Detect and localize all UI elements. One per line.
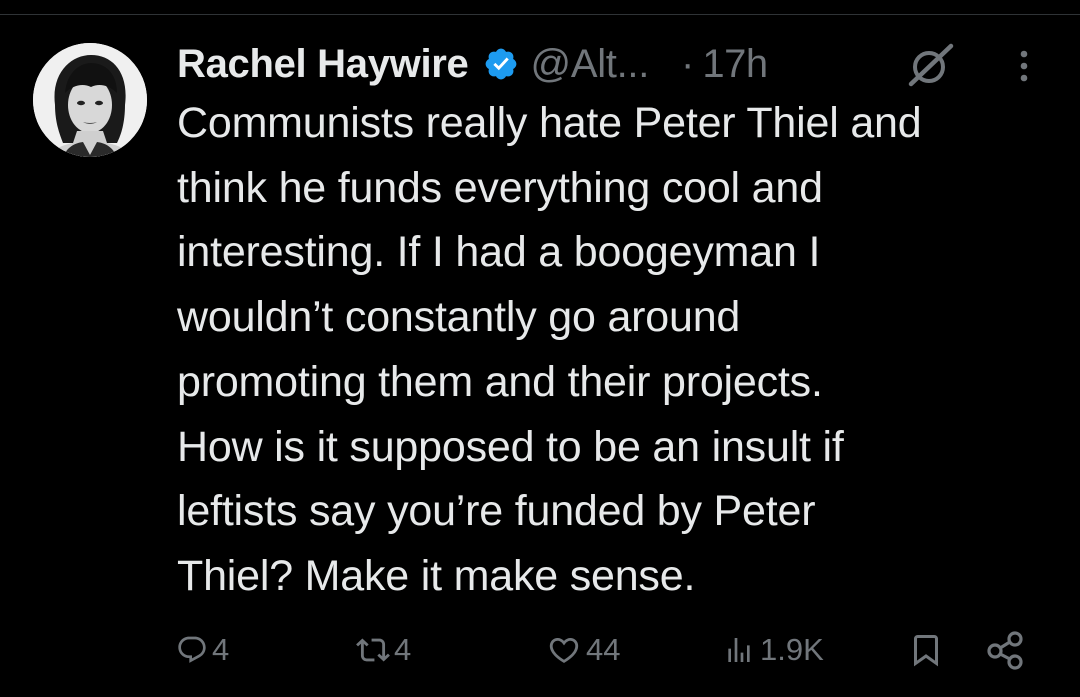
more-vertical-icon[interactable]: [1012, 46, 1036, 86]
avatar-image: [33, 43, 147, 157]
reply-count: 4: [212, 632, 230, 667]
share-icon: [987, 631, 1023, 670]
like-count: 44: [586, 632, 621, 667]
avatar[interactable]: [33, 43, 147, 157]
tweet-text: Communists really hate Peter Thiel and t…: [177, 99, 922, 600]
bookmark-icon: [914, 635, 938, 667]
like-button[interactable]: 44: [546, 620, 620, 680]
tweet-timestamp[interactable]: 17h: [702, 42, 768, 87]
repost-icon: [356, 638, 390, 662]
repost-button[interactable]: 4: [356, 620, 411, 680]
views-count: 1.9K: [760, 632, 824, 667]
reply-button[interactable]: 4: [176, 620, 229, 680]
author-handle[interactable]: @Alt...: [531, 42, 650, 87]
views-button[interactable]: 1.9K: [722, 620, 824, 680]
tweet-actions: 4 4 44 1.9K: [0, 620, 1080, 680]
repost-count: 4: [394, 632, 412, 667]
author-name[interactable]: Rachel Haywire: [177, 42, 469, 87]
grok-icon[interactable]: [905, 42, 955, 88]
bookmark-button[interactable]: [908, 620, 944, 680]
heart-icon: [549, 637, 579, 663]
share-button[interactable]: [985, 620, 1025, 680]
header-separator: ·: [681, 41, 695, 86]
views-icon: [728, 638, 750, 662]
top-divider: [0, 14, 1080, 15]
verified-badge-icon[interactable]: [483, 46, 519, 82]
reply-icon: [178, 636, 206, 663]
